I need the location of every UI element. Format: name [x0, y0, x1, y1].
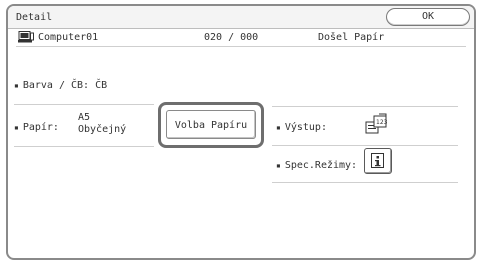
color-mode: Barva / ČB: ČB [14, 80, 107, 91]
title-bar: Detail OK [8, 6, 474, 29]
divider [14, 146, 154, 147]
paper-label: Papír: [14, 122, 59, 133]
paper-type-value: Obyčejný [78, 124, 127, 135]
panel-title: Detail [16, 12, 53, 23]
job-source-name: Computer01 [38, 32, 99, 43]
paper-size-value: A5 [78, 112, 91, 123]
divider [272, 145, 458, 146]
job-page-count: 020 / 000 [204, 32, 259, 43]
computer-icon [18, 31, 34, 43]
ok-button[interactable]: OK [386, 8, 470, 26]
job-row: Computer01 020 / 000 Došel Papír [16, 30, 466, 47]
divider [14, 104, 154, 105]
special-modes-button[interactable] [364, 148, 392, 174]
info-icon [371, 153, 384, 168]
divider [272, 106, 458, 107]
special-modes-label: Spec.Režimy: [276, 160, 357, 171]
paper-button-highlight: Volba Papíru [158, 102, 264, 148]
output-label: Výstup: [276, 122, 327, 133]
paper-size: A5 Obyčejný [78, 112, 126, 136]
job-status: Došel Papír [318, 32, 385, 43]
divider [272, 182, 458, 183]
svg-text:123: 123 [376, 119, 388, 126]
output-tray-icon: 123 [365, 113, 388, 134]
paper-select-button[interactable]: Volba Papíru [166, 110, 256, 139]
